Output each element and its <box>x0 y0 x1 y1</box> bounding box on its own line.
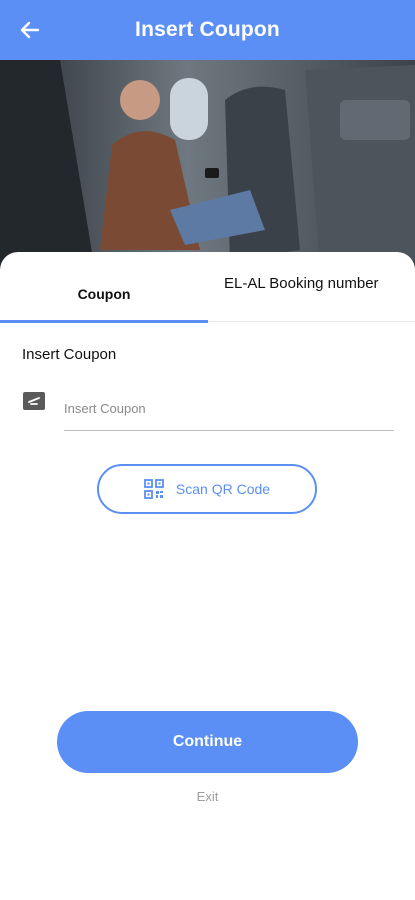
ticket-icon <box>23 392 45 410</box>
continue-button[interactable]: Continue <box>57 711 358 773</box>
scan-qr-code-button[interactable]: Scan QR Code <box>97 464 317 514</box>
coupon-form-sheet: Coupon EL-AL Booking number Insert Coupo… <box>0 252 415 900</box>
tab-indicator <box>0 320 208 323</box>
app-bar: Insert Coupon <box>0 0 415 60</box>
tab-booking-label: EL-AL Booking number <box>224 275 379 292</box>
tab-bar: Coupon EL-AL Booking number <box>0 252 415 323</box>
page-title: Insert Coupon <box>135 18 280 41</box>
tab-coupon[interactable]: Coupon <box>0 252 208 322</box>
scan-qr-code-label: Scan QR Code <box>175 481 271 497</box>
tab-coupon-label: Coupon <box>77 286 131 302</box>
tab-booking-number[interactable]: EL-AL Booking number <box>224 252 404 342</box>
hero-image <box>0 60 415 270</box>
exit-link[interactable]: Exit <box>0 789 415 804</box>
coupon-input[interactable] <box>64 386 394 431</box>
tabs-divider <box>208 321 415 322</box>
section-label: Insert Coupon <box>22 346 117 363</box>
qr-code-icon <box>144 479 164 499</box>
